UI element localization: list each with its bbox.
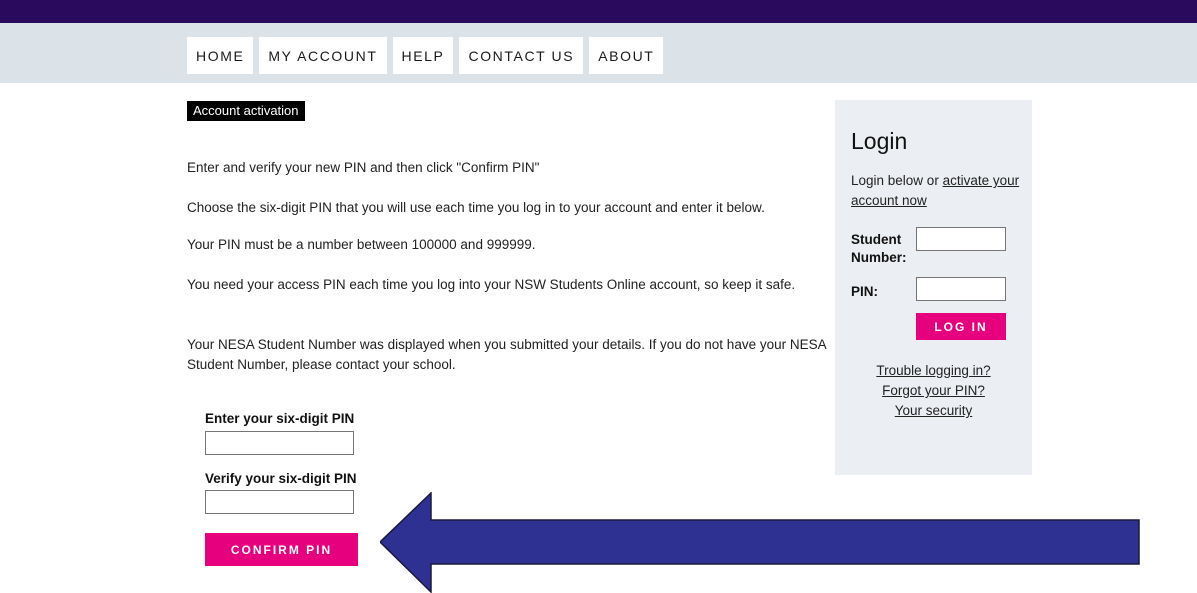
instruction-text: Your PIN must be a number between 100000… xyxy=(187,237,536,252)
instruction-text: Your NESA Student Number was displayed w… xyxy=(187,337,826,372)
student-number-label: Student Number: xyxy=(851,232,907,265)
login-help-links: Trouble logging in? Forgot your PIN? You… xyxy=(835,361,1032,421)
login-title: Login xyxy=(851,128,908,154)
pin-label: PIN: xyxy=(851,284,878,299)
instruction-text: You need your access PIN each time you l… xyxy=(187,277,796,292)
login-intro-text: Login below or xyxy=(851,173,943,188)
login-intro: Login below or activate your account now xyxy=(851,171,1021,211)
verify-pin-label: Verify your six-digit PIN xyxy=(205,471,357,486)
enter-pin-label: Enter your six-digit PIN xyxy=(205,411,355,426)
nav-my-account[interactable]: MY ACCOUNT xyxy=(259,37,387,74)
instruction-text: Choose the six-digit PIN that you will u… xyxy=(187,200,765,215)
left-arrow-icon xyxy=(380,492,1140,593)
enter-pin-input[interactable] xyxy=(205,431,354,455)
nav-help[interactable]: HELP xyxy=(392,37,454,74)
verify-pin-input[interactable] xyxy=(205,490,354,514)
instruction-text: Enter and verify your new PIN and then c… xyxy=(187,160,540,175)
top-bar xyxy=(0,0,1197,23)
forgot-pin-link[interactable]: Forgot your PIN? xyxy=(835,381,1032,401)
nav-about[interactable]: ABOUT xyxy=(589,37,664,74)
login-pin-input[interactable] xyxy=(916,277,1006,301)
login-panel: Login Login below or activate your accou… xyxy=(835,100,1032,475)
main-nav: HOME MY ACCOUNT HELP CONTACT US ABOUT xyxy=(187,37,664,74)
nav-home[interactable]: HOME xyxy=(187,37,254,74)
nav-contact-us[interactable]: CONTACT US xyxy=(459,37,584,74)
page-title: Account activation xyxy=(187,101,305,121)
confirm-pin-button[interactable]: CONFIRM PIN xyxy=(205,533,358,566)
your-security-link[interactable]: Your security xyxy=(835,401,1032,421)
log-in-button[interactable]: LOG IN xyxy=(916,313,1006,340)
trouble-logging-in-link[interactable]: Trouble logging in? xyxy=(835,361,1032,381)
student-number-input[interactable] xyxy=(916,227,1006,251)
